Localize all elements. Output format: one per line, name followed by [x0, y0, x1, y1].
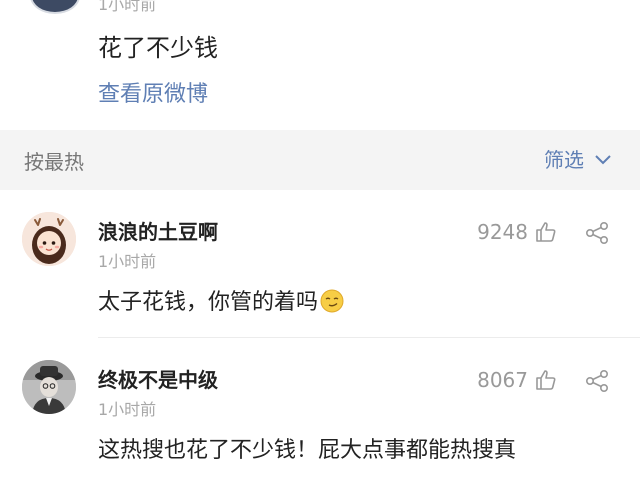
post-text: 花了不少钱: [98, 34, 218, 62]
username[interactable]: 终极不是中级: [98, 364, 218, 393]
comment-sort-bar: 按最热 筛选: [0, 130, 640, 190]
thumbs-up-icon: [536, 222, 556, 242]
share-icon: [585, 221, 608, 244]
like-count: 8067: [477, 368, 528, 392]
share-button[interactable]: [584, 220, 610, 246]
comment-item: 终极不是中级 1小时前 这热搜也花了不少钱！屁大点事都能热搜真 8067: [0, 338, 640, 486]
comment-time: 1小时前: [98, 252, 157, 271]
view-original-link[interactable]: 查看原微博: [98, 76, 208, 108]
thumbs-up-icon: [536, 370, 556, 390]
username[interactable]: 浪浪的土豆啊: [98, 216, 218, 245]
comment-text: 太子花钱，你管的着吗: [98, 284, 344, 316]
comment-time: 1小时前: [98, 400, 157, 419]
like-count: 9248: [477, 220, 528, 244]
like-button[interactable]: 9248: [477, 220, 558, 244]
share-icon: [585, 369, 608, 392]
filter-button[interactable]: 筛选: [544, 144, 612, 173]
original-post: 1小时前 花了不少钱 查看原微博: [0, 0, 640, 130]
sort-hot-label[interactable]: 按最热: [24, 146, 84, 175]
chevron-down-icon: [595, 154, 611, 164]
comment-item: 浪浪的土豆啊 1小时前 太子花钱，你管的着吗 9248: [0, 190, 640, 338]
smirk-emoji-icon: [320, 289, 344, 313]
share-button[interactable]: [584, 368, 610, 394]
avatar[interactable]: [22, 360, 76, 414]
avatar[interactable]: [22, 212, 76, 266]
comment-text-content: 太子花钱，你管的着吗: [98, 290, 319, 315]
filter-label: 筛选: [544, 148, 584, 172]
post-time: 1小时前: [98, 0, 157, 14]
comment-text: 这热搜也花了不少钱！屁大点事都能热搜真: [98, 438, 517, 463]
post-author-avatar[interactable]: [30, 0, 80, 14]
like-button[interactable]: 8067: [477, 368, 558, 392]
man-avatar-icon: [22, 360, 76, 414]
girl-avatar-icon: [22, 212, 76, 266]
